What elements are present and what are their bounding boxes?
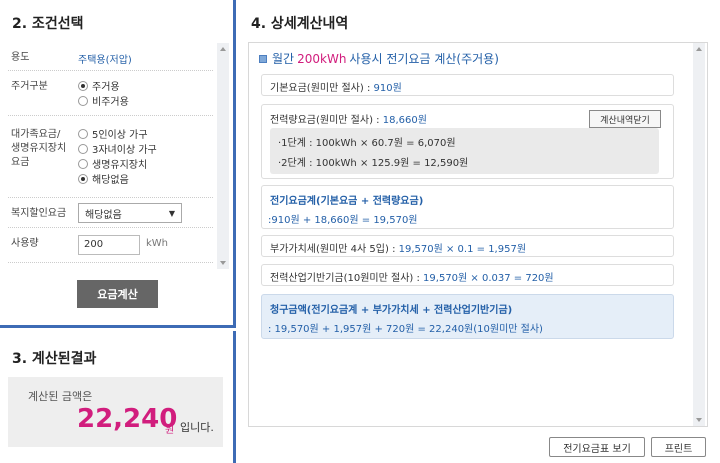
fund-box: 전력산업기반기금(10원미만 절사) : 19,570원 × 0.037 = 7… <box>261 264 674 286</box>
welfare-select[interactable]: 해당없음 ▼ <box>78 203 182 223</box>
residence-row: 주거구분 주거용 비주거용 <box>8 71 213 116</box>
usage-label: 용도 <box>11 52 30 63</box>
usage-unit: kWh <box>146 238 169 249</box>
vat-label: 부가가치세(원미만 4사 5입) : <box>270 244 396 255</box>
welfare-label: 복지할인요금 <box>11 208 67 219</box>
radio-icon <box>78 128 88 139</box>
discount-options: 5인이상 가구 3자녀이상 가구 생명유지장치 해당없음 <box>78 126 157 186</box>
dropdown-arrow-icon: ▼ <box>168 208 175 218</box>
fund-line: 전력산업기반기금(10원미만 절사) : 19,570원 × 0.037 = 7… <box>270 269 554 284</box>
result-panel: 3. 계산된결과 계산된 금액은 22,240 원 입니다. <box>0 331 236 463</box>
base-fee-value: 910원 <box>373 83 402 94</box>
discount-label: 대가족요금/ 생명유지장치 요금 <box>11 129 67 168</box>
vat-box: 부가가치세(원미만 4사 5입) : 19,570원 × 0.1 = 1,957… <box>261 235 674 257</box>
result-title: 3. 계산된결과 <box>12 351 97 367</box>
fund-formula: 19,570원 × 0.037 = 720원 <box>423 273 554 284</box>
condition-form: 용도 주택용(저압) 주거구분 주거용 비주거용 대가족요금/ 생명유지장치 요… <box>0 43 233 313</box>
calculate-button[interactable]: 요금계산 <box>77 280 158 308</box>
radio-large-family[interactable]: 5인이상 가구 <box>78 126 157 141</box>
condition-title: 2. 조건선택 <box>12 16 84 32</box>
elec-total-formula: :910원 + 18,660원 = 19,570원 <box>268 215 418 226</box>
discount-row: 대가족요금/ 생명유지장치 요금 5인이상 가구 3자녀이상 가구 생명유지장치… <box>8 116 213 198</box>
print-button[interactable]: 프린트 <box>651 437 706 457</box>
rate-table-button[interactable]: 전기요금표 보기 <box>549 437 645 457</box>
base-fee-line: 기본요금(원미만 절사) : 910원 <box>270 79 402 94</box>
condition-panel: 2. 조건선택 용도 주택용(저압) 주거구분 주거용 비주거용 대가족요금/ … <box>0 0 236 328</box>
usage-value: 주택용(저압) <box>78 55 132 66</box>
radio-three-children[interactable]: 3자녀이상 가구 <box>78 141 157 156</box>
welfare-row: 복지할인요금 해당없음 ▼ <box>8 198 213 228</box>
subtitle-rest: 사용시 전기요금 계산(주거용) <box>349 52 499 66</box>
option-label: 비주거용 <box>92 97 129 108</box>
welfare-selected-value: 해당없음 <box>85 209 122 221</box>
base-fee-box: 기본요금(원미만 절사) : 910원 <box>261 74 674 96</box>
residence-label: 주거구분 <box>11 81 48 92</box>
scroll-down-icon[interactable] <box>696 418 702 422</box>
result-unit: 원 <box>165 425 175 436</box>
radio-none[interactable]: 해당없음 <box>78 171 157 186</box>
usage-amount-input[interactable]: 200 <box>78 235 140 255</box>
scroll-up-icon[interactable] <box>696 47 702 51</box>
elec-total-box: 전기요금계(기본요금 + 전력량요금) :910원 + 18,660원 = 19… <box>261 185 674 229</box>
radio-icon <box>78 143 88 154</box>
vat-formula: 19,570원 × 0.1 = 1,957원 <box>398 244 527 255</box>
close-detail-button[interactable]: 계산내역닫기 <box>589 110 661 128</box>
result-amount: 22,240 <box>77 404 178 434</box>
bill-formula: : 19,570원 + 1,957원 + 720원 = 22,240원(10원미… <box>268 324 543 335</box>
option-label: 주거용 <box>92 82 120 93</box>
bill-box: 청구금액(전기요금계 + 부가가치세 + 전력산업기반기금) : 19,570원… <box>261 294 674 339</box>
result-suffix: 입니다. <box>180 421 214 434</box>
elec-total-heading: 전기요금계(기본요금 + 전력량요금) <box>270 196 424 207</box>
radio-nonresidential[interactable]: 비주거용 <box>78 93 129 108</box>
step2-line: ·2단계 : 100kWh × 125.9원 = 12,590원 <box>278 158 469 169</box>
usage-row: 용도 주택용(저압) <box>8 43 213 71</box>
residence-options: 주거용 비주거용 <box>78 78 129 108</box>
bill-heading: 청구금액(전기요금계 + 부가가치세 + 전력산업기반기금) <box>270 305 513 316</box>
energy-fee-line: 전력량요금(원미만 절사) : 18,660원 <box>270 111 427 126</box>
energy-fee-value: 18,660원 <box>382 115 427 126</box>
step-breakdown: ·1단계 : 100kWh × 60.7원 = 6,070원 ·2단계 : 10… <box>270 128 659 174</box>
detail-subtitle: 월간 200kWh 사용시 전기요금 계산(주거용) <box>259 50 499 67</box>
left-scrollbar[interactable] <box>217 43 229 269</box>
option-label: 생명유지장치 <box>92 160 148 171</box>
radio-icon <box>78 158 88 169</box>
square-bullet-icon <box>259 54 267 63</box>
subtitle-prefix: 월간 <box>272 52 295 66</box>
detail-content: 월간 200kWh 사용시 전기요금 계산(주거용) 기본요금(원미만 절사) … <box>248 42 708 427</box>
detail-panel: 4. 상세계산내역 월간 200kWh 사용시 전기요금 계산(주거용) 기본요… <box>239 0 720 463</box>
detail-title: 4. 상세계산내역 <box>251 16 349 32</box>
energy-fee-box: 전력량요금(원미만 절사) : 18,660원 계산내역닫기 ·1단계 : 10… <box>261 104 674 179</box>
base-fee-label: 기본요금(원미만 절사) : <box>270 83 371 94</box>
fund-label: 전력산업기반기금(10원미만 절사) : <box>270 273 420 284</box>
vat-line: 부가가치세(원미만 4사 5입) : 19,570원 × 0.1 = 1,957… <box>270 240 526 255</box>
result-box: 계산된 금액은 22,240 원 입니다. <box>8 377 223 447</box>
usage-amount-row: 사용량 200 kWh <box>8 228 213 263</box>
option-label: 해당없음 <box>92 175 129 186</box>
energy-fee-label: 전력량요금(원미만 절사) : <box>270 115 380 126</box>
subtitle-usage: 200kWh <box>297 51 347 66</box>
radio-residential[interactable]: 주거용 <box>78 78 129 93</box>
option-label: 3자녀이상 가구 <box>92 145 157 156</box>
usage-amount-label: 사용량 <box>11 238 39 249</box>
radio-icon <box>78 95 88 106</box>
radio-selected-icon <box>78 173 88 184</box>
radio-life-support[interactable]: 생명유지장치 <box>78 156 157 171</box>
scroll-down-icon[interactable] <box>220 261 226 265</box>
step1-line: ·1단계 : 100kWh × 60.7원 = 6,070원 <box>278 138 456 149</box>
scroll-up-icon[interactable] <box>220 47 226 51</box>
option-label: 5인이상 가구 <box>92 130 148 141</box>
detail-scrollbar[interactable] <box>693 43 705 426</box>
radio-selected-icon <box>78 80 88 91</box>
result-caption: 계산된 금액은 <box>28 390 93 403</box>
